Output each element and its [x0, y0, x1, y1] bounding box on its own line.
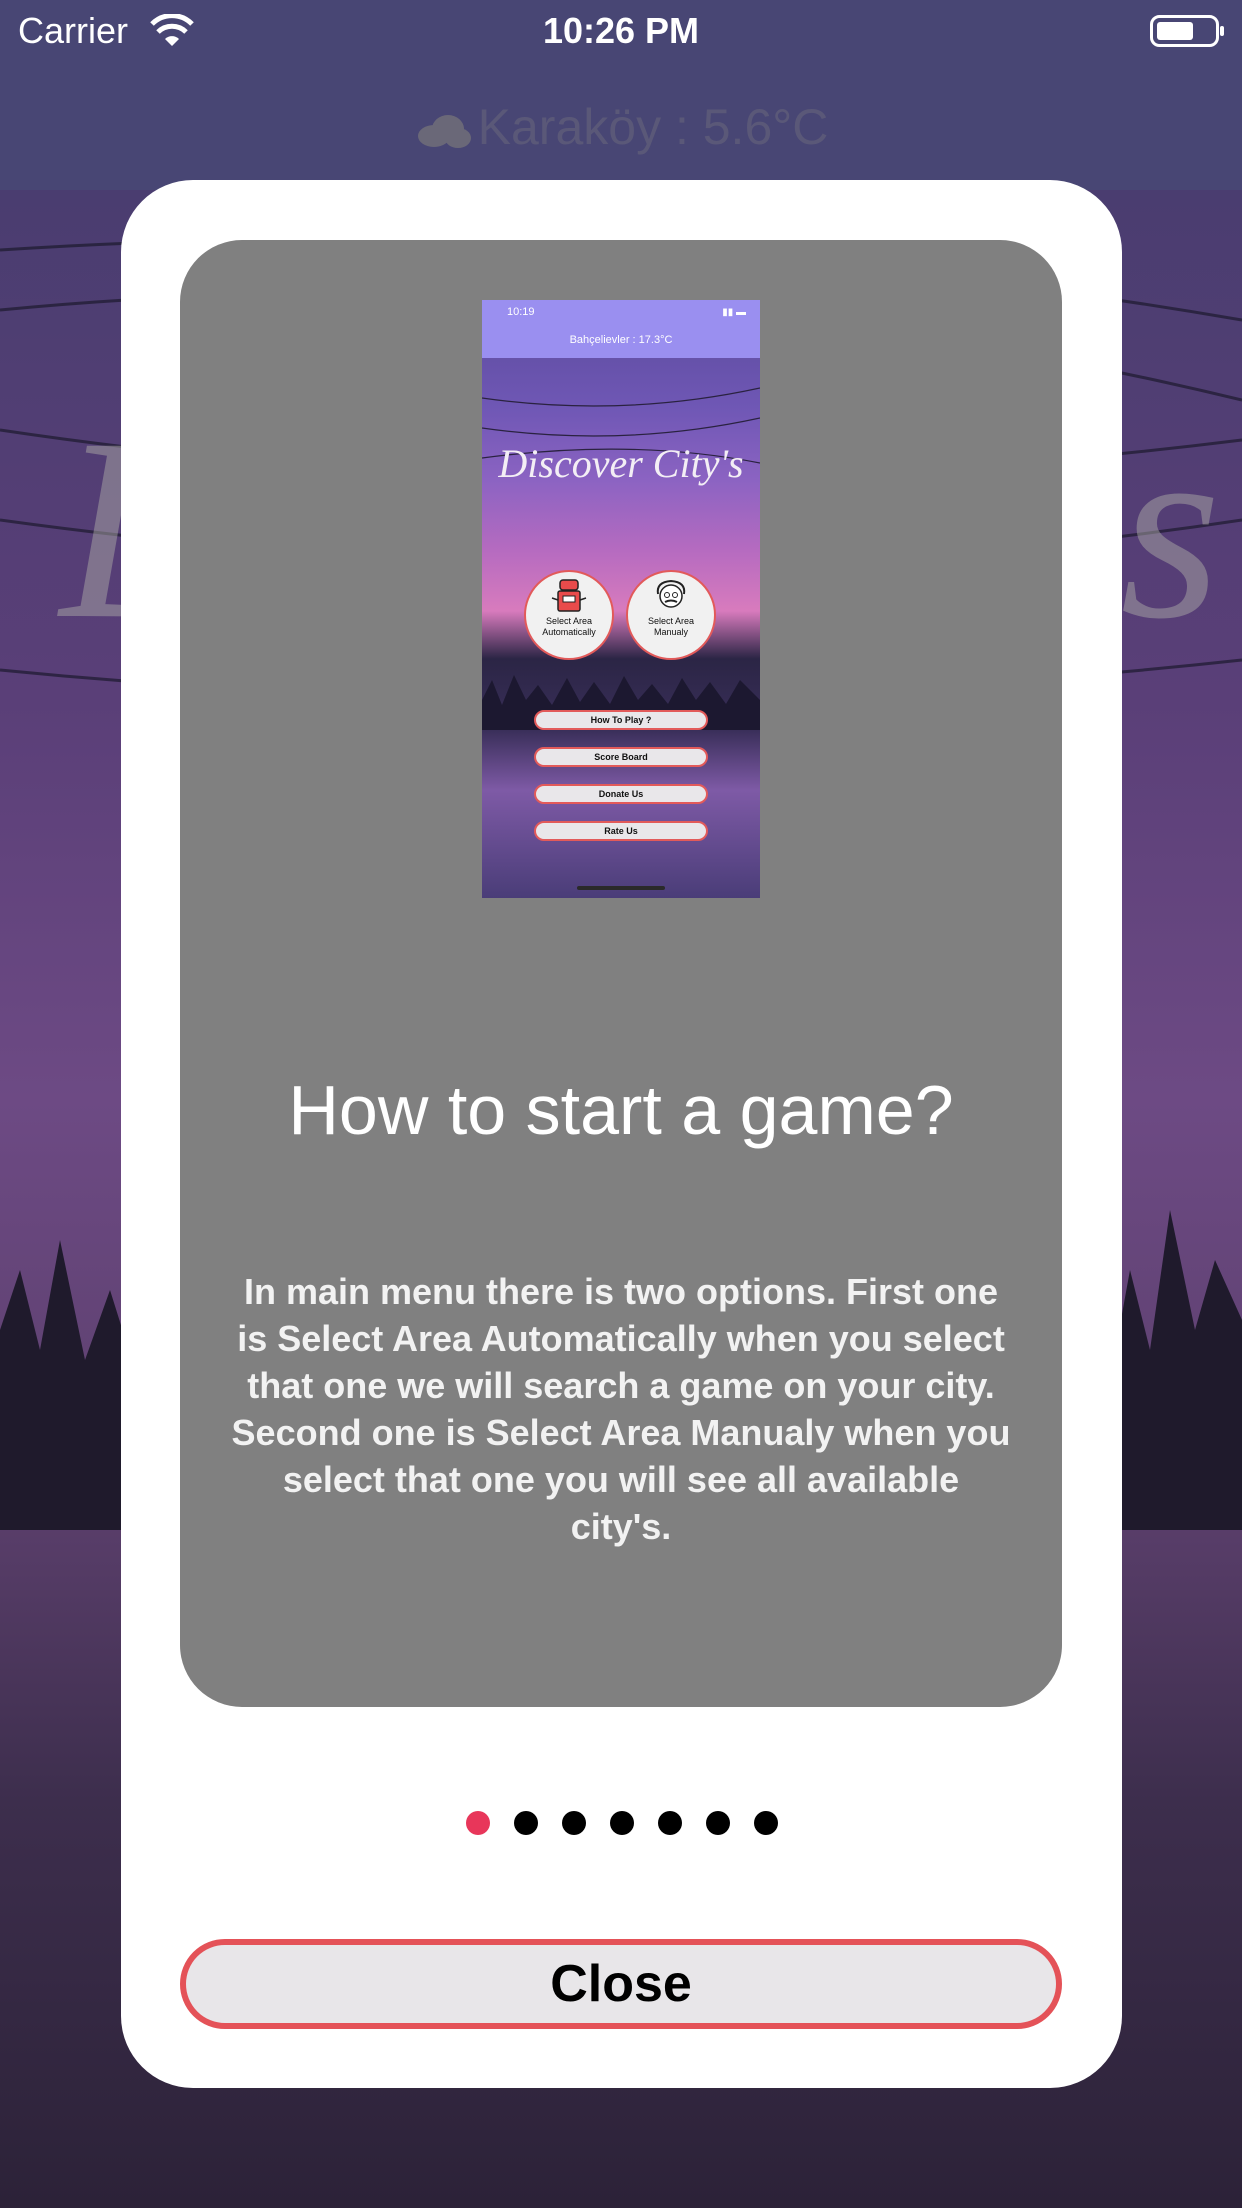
background-title-fragment-right: s	[1120, 385, 1222, 673]
clock: 10:26 PM	[542, 10, 700, 51]
preview-how-to-play-button: How To Play ?	[534, 710, 708, 730]
tutorial-card[interactable]: 10:19 ▮▮ ▬ Bahçelievler : 17.3°C Discove…	[180, 240, 1062, 1707]
page-dot-1[interactable]	[465, 1811, 490, 1835]
weather-text: Karaköy : 5.6°C	[477, 99, 829, 155]
preview-home-indicator	[577, 886, 665, 890]
preview-clock: 10:19	[507, 306, 535, 318]
page-dot-4[interactable]	[609, 1811, 634, 1835]
einstein-icon	[656, 579, 686, 608]
page-dot-6[interactable]	[705, 1811, 730, 1835]
cloud-icon	[417, 114, 471, 148]
status-bar: Carrier 10:26 PM	[0, 0, 1242, 62]
close-button[interactable]: Close	[180, 1939, 1062, 2029]
page-dot-5[interactable]	[657, 1811, 682, 1835]
tutorial-description: In main menu there is two options. First…	[231, 1271, 1011, 1547]
page-indicator[interactable]	[121, 1811, 1122, 1835]
weather-label: Karaköy : 5.6°C	[0, 98, 1242, 156]
preview-select-auto: Select Area Automatically	[524, 570, 614, 660]
preview-status-icons: ▮▮ ▬	[722, 307, 746, 318]
page-dot-3[interactable]	[561, 1811, 586, 1835]
preview-weather: Bahçelievler : 17.3°C	[569, 334, 673, 346]
preview-app-title: Discover City's	[498, 441, 744, 486]
preview-score-board-button: Score Board	[534, 747, 708, 767]
page-dot-7[interactable]	[753, 1811, 778, 1835]
screenshot-preview: 10:19 ▮▮ ▬ Bahçelievler : 17.3°C Discove…	[482, 300, 760, 898]
battery-icon	[1150, 15, 1224, 47]
page-dot-2[interactable]	[513, 1811, 538, 1835]
preview-donate-button: Donate Us	[534, 784, 708, 804]
preview-select-manual: Select Area Manualy	[626, 570, 716, 660]
how-to-play-modal: 10:19 ▮▮ ▬ Bahçelievler : 17.3°C Discove…	[121, 180, 1122, 2088]
robot-icon	[551, 579, 587, 612]
tutorial-title: How to start a game?	[288, 1071, 954, 1149]
preview-rate-button: Rate Us	[534, 821, 708, 841]
